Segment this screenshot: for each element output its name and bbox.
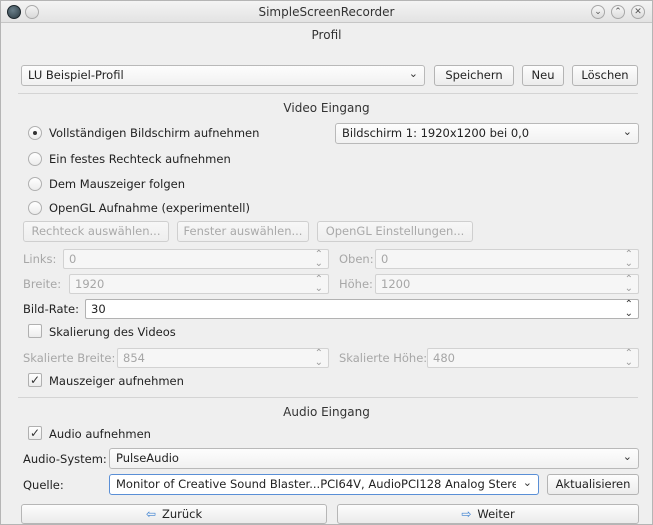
profile-select-value: LU Beispiel-Profil bbox=[28, 68, 124, 82]
radio-opengl-label: OpenGL Aufnahme (experimentell) bbox=[49, 201, 250, 215]
divider bbox=[18, 93, 638, 94]
record-cursor-checkbox[interactable]: ✓ bbox=[28, 373, 42, 387]
scaled-height-label: Skalierte Höhe: bbox=[339, 351, 428, 365]
top-value: 0 bbox=[381, 252, 389, 266]
width-label: Breite: bbox=[23, 277, 62, 291]
back-button[interactable]: ⇦ Zurück bbox=[21, 504, 327, 524]
top-spinbox[interactable]: 0 ⌃ ⌄ bbox=[375, 249, 639, 269]
left-spinbox[interactable]: 0 ⌃ ⌄ bbox=[63, 249, 329, 269]
radio-follow-cursor[interactable] bbox=[28, 177, 42, 191]
radio-fixed-rect-label: Ein festes Rechteck aufnehmen bbox=[49, 152, 231, 166]
select-window-button[interactable]: Fenster auswählen... bbox=[177, 221, 309, 242]
next-button[interactable]: ⇨ Weiter bbox=[337, 504, 639, 524]
left-label: Links: bbox=[23, 252, 57, 266]
save-profile-button[interactable]: Speichern bbox=[434, 65, 514, 86]
left-value: 0 bbox=[69, 252, 77, 266]
minimize-icon[interactable]: ⌄ bbox=[591, 5, 605, 19]
spin-arrows-icon: ⌃ ⌄ bbox=[314, 274, 323, 294]
screen-select-value: Bildschirm 1: 1920x1200 bei 0,0 bbox=[342, 126, 530, 140]
screen-select[interactable]: Bildschirm 1: 1920x1200 bei 0,0 ⌄ bbox=[335, 123, 639, 144]
width-value: 1920 bbox=[75, 277, 105, 291]
scaled-width-label: Skalierte Breite: bbox=[23, 351, 116, 365]
spin-arrows-icon: ⌃ ⌄ bbox=[314, 348, 323, 368]
spin-arrows-icon: ⌃ ⌄ bbox=[624, 348, 633, 368]
scaled-width-spinbox[interactable]: 854 ⌃ ⌄ bbox=[117, 348, 329, 368]
profile-select[interactable]: LU Beispiel-Profil ⌄ bbox=[21, 65, 425, 86]
audio-system-label: Audio-System: bbox=[23, 452, 107, 466]
scale-video-label: Skalierung des Videos bbox=[49, 325, 176, 339]
audio-system-select[interactable]: PulseAudio ⌄ bbox=[109, 448, 639, 469]
opengl-settings-button[interactable]: OpenGL Einstellungen... bbox=[317, 221, 473, 242]
audio-system-value: PulseAudio bbox=[116, 451, 179, 465]
chevron-down-icon: ⌄ bbox=[522, 476, 532, 489]
radio-fixed-rect[interactable] bbox=[28, 152, 42, 166]
record-audio-label: Audio aufnehmen bbox=[49, 427, 151, 441]
next-button-label: Weiter bbox=[477, 507, 515, 521]
spin-arrows-icon: ⌃ ⌄ bbox=[314, 249, 323, 269]
profile-group-title: Profil bbox=[311, 28, 342, 42]
spin-arrows-icon: ⌃ ⌄ bbox=[624, 274, 633, 294]
radio-follow-cursor-label: Dem Mauszeiger folgen bbox=[49, 177, 186, 191]
maximize-icon[interactable]: ⌃ bbox=[611, 5, 625, 19]
framerate-value: 30 bbox=[91, 302, 106, 316]
back-button-label: Zurück bbox=[161, 507, 203, 521]
chevron-down-icon: ⌄ bbox=[408, 67, 418, 80]
audio-source-value: Monitor of Creative Sound Blaster...PCI6… bbox=[116, 477, 516, 491]
spin-arrows-icon: ⌃ ⌄ bbox=[624, 249, 633, 269]
app-window: SimpleScreenRecorder ⌄ ⌃ ✕ Profil LU Bei… bbox=[0, 0, 653, 525]
radio-fullscreen-label: Vollständigen Bildschirm aufnehmen bbox=[49, 126, 260, 140]
select-rect-button[interactable]: Rechteck auswählen... bbox=[23, 221, 169, 242]
close-icon[interactable]: ✕ bbox=[631, 5, 645, 19]
delete-profile-button[interactable]: Löschen bbox=[572, 65, 638, 86]
audio-source-select[interactable]: Monitor of Creative Sound Blaster...PCI6… bbox=[109, 474, 539, 495]
height-label: Höhe: bbox=[339, 277, 373, 291]
record-cursor-label: Mauszeiger aufnehmen bbox=[49, 374, 184, 388]
arrow-left-icon: ⇦ bbox=[145, 507, 156, 521]
new-profile-button[interactable]: Neu bbox=[522, 65, 564, 86]
scale-video-checkbox[interactable] bbox=[28, 324, 42, 338]
scaled-height-spinbox[interactable]: 480 ⌃ ⌄ bbox=[427, 348, 639, 368]
framerate-spinbox[interactable]: 30 ⌃ ⌄ bbox=[85, 299, 639, 319]
spin-arrows-icon: ⌃ ⌄ bbox=[624, 299, 633, 319]
audio-source-label: Quelle: bbox=[23, 478, 64, 492]
radio-opengl[interactable] bbox=[28, 201, 42, 215]
refresh-button[interactable]: Aktualisieren bbox=[547, 474, 639, 495]
audio-group-title: Audio Eingang bbox=[283, 405, 370, 419]
chevron-down-icon: ⌄ bbox=[622, 125, 632, 138]
video-group-title: Video Eingang bbox=[283, 101, 370, 115]
chevron-down-icon: ⌄ bbox=[622, 450, 632, 463]
scaled-width-value: 854 bbox=[123, 351, 145, 365]
divider bbox=[18, 397, 638, 398]
window-title: SimpleScreenRecorder bbox=[258, 5, 395, 19]
title-bar: SimpleScreenRecorder ⌄ ⌃ ✕ bbox=[1, 1, 652, 23]
framerate-label: Bild-Rate: bbox=[23, 302, 79, 316]
width-spinbox[interactable]: 1920 ⌃ ⌄ bbox=[69, 274, 329, 294]
top-label: Oben: bbox=[339, 252, 374, 266]
height-value: 1200 bbox=[381, 277, 411, 291]
record-audio-checkbox[interactable]: ✓ bbox=[28, 426, 42, 440]
radio-fullscreen[interactable] bbox=[28, 126, 42, 140]
height-spinbox[interactable]: 1200 ⌃ ⌄ bbox=[375, 274, 639, 294]
arrow-right-icon: ⇨ bbox=[461, 507, 472, 521]
scaled-height-value: 480 bbox=[433, 351, 455, 365]
